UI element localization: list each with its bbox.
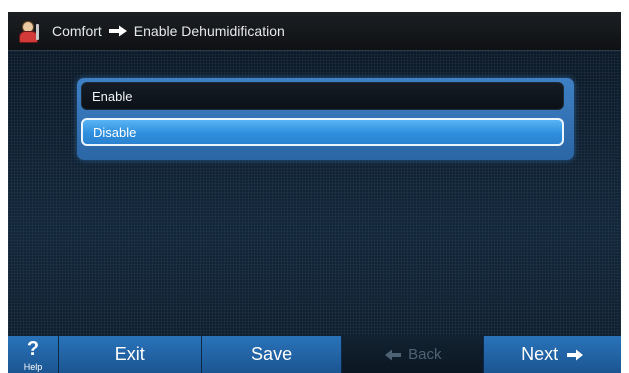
next-label: Next [521, 344, 559, 364]
option-list: Enable Disable [77, 78, 574, 160]
save-label: Save [251, 344, 293, 364]
help-icon: ? [26, 338, 40, 360]
header-bar: Comfort Enable Dehumidification [8, 12, 621, 51]
right-arrow-icon [567, 349, 584, 360]
help-label: Help [23, 362, 43, 372]
back-label: Back [408, 346, 442, 363]
option-disable[interactable]: Disable [81, 118, 564, 146]
left-arrow-icon [385, 349, 402, 360]
bottom-nav-bar: ? Help Exit Save Back Next [8, 336, 621, 373]
breadcrumb: Comfort Enable Dehumidification [52, 23, 285, 39]
save-button[interactable]: Save [201, 336, 343, 373]
option-label: Disable [93, 124, 137, 140]
exit-label: Exit [114, 344, 145, 364]
comfort-person-icon [18, 20, 40, 43]
exit-button[interactable]: Exit [58, 336, 202, 373]
breadcrumb-current: Enable Dehumidification [133, 23, 285, 39]
display-panel: Comfort Enable Dehumidification Enable D… [8, 12, 621, 373]
thermostat-screen: Comfort Enable Dehumidification Enable D… [0, 0, 629, 373]
next-button[interactable]: Next [484, 336, 621, 373]
option-label: Enable [92, 88, 133, 104]
back-button[interactable]: Back [342, 336, 485, 373]
right-arrow-icon [108, 25, 127, 37]
breadcrumb-parent: Comfort [52, 23, 102, 39]
option-enable[interactable]: Enable [81, 82, 564, 110]
help-button[interactable]: ? Help [8, 336, 59, 373]
